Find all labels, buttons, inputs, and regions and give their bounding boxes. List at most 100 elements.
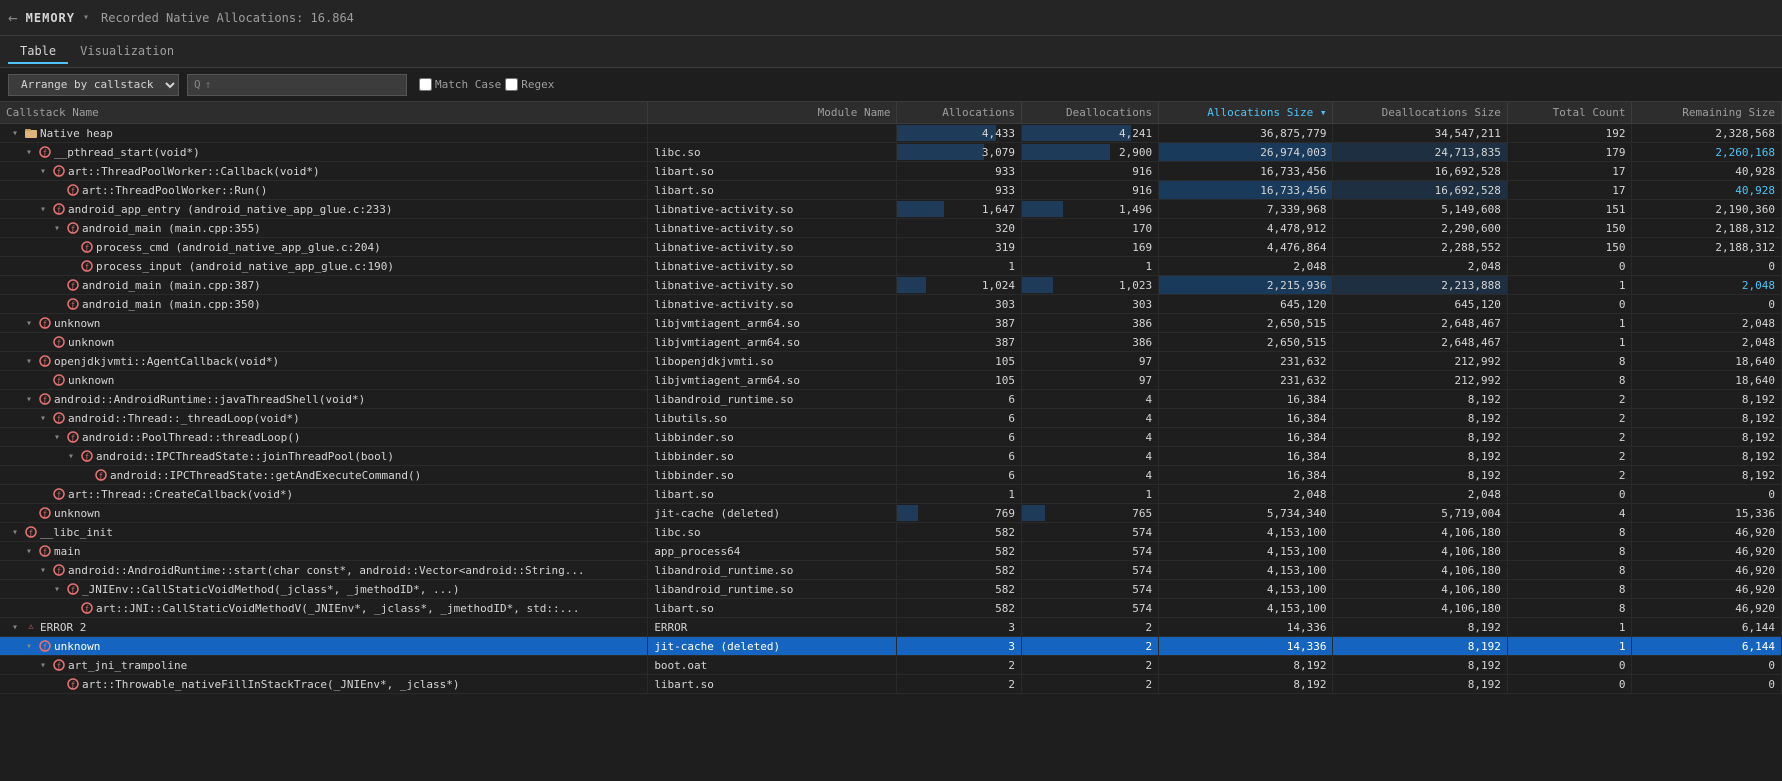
table-row[interactable]: ▾ƒunknownlibjvmtiagent_arm64.so3873862,6… — [0, 314, 1782, 333]
deallocations-size-value: 8,192 — [1333, 637, 1507, 656]
table-row[interactable]: ƒart::Thread::CreateCallback(void*)libar… — [0, 485, 1782, 504]
tab-table[interactable]: Table — [8, 40, 68, 64]
allocations-size-value: 231,632 — [1159, 371, 1333, 390]
deallocations-size-value: 24,713,835 — [1333, 143, 1507, 162]
allocations-size-value: 4,478,912 — [1159, 219, 1333, 238]
allocations-value: 1,647 — [897, 200, 1022, 219]
table-row[interactable]: ƒprocess_cmd (android_native_app_glue.c:… — [0, 238, 1782, 257]
svg-text:ƒ: ƒ — [71, 282, 75, 290]
callstack-name: android::IPCThreadState::joinThreadPool(… — [96, 450, 394, 463]
back-button[interactable]: ← — [8, 8, 18, 27]
svg-text:ƒ: ƒ — [85, 453, 89, 461]
table-row[interactable]: ƒprocess_input (android_native_app_glue.… — [0, 257, 1782, 276]
total-count-value: 1 — [1507, 314, 1632, 333]
table-row[interactable]: ▾ƒart::ThreadPoolWorker::Callback(void*)… — [0, 162, 1782, 181]
table-row[interactable]: ▾ƒopenjdkjvmti::AgentCallback(void*)libo… — [0, 352, 1782, 371]
deallocations-size-value: 2,048 — [1333, 485, 1507, 504]
table-row[interactable]: ƒart::Throwable_nativeFillInStackTrace(_… — [0, 675, 1782, 694]
total-count-value: 2 — [1507, 409, 1632, 428]
table-row[interactable]: ƒunknownlibjvmtiagent_arm64.so10597231,6… — [0, 371, 1782, 390]
module-name: libnative-activity.so — [648, 276, 897, 295]
func-icon: ƒ — [38, 544, 52, 558]
deallocations-size-value: 8,192 — [1333, 656, 1507, 675]
table-row[interactable]: ƒandroid_main (main.cpp:350)libnative-ac… — [0, 295, 1782, 314]
remaining-size-value: 40,928 — [1632, 181, 1782, 200]
table-row[interactable]: ▾ƒandroid::PoolThread::threadLoop()libbi… — [0, 428, 1782, 447]
func-icon: ƒ — [94, 468, 108, 482]
total-count-value: 8 — [1507, 352, 1632, 371]
module-name: libnative-activity.so — [648, 219, 897, 238]
table-row[interactable]: ƒ android_main (main.cpp:387) libnative-ac… — [0, 276, 1782, 295]
dropdown-arrow-icon[interactable]: ▾ — [83, 12, 89, 23]
allocations-value: 1 — [897, 485, 1022, 504]
match-case-checkbox[interactable] — [419, 78, 432, 91]
table-row[interactable]: ▾ƒandroid_app_entry (android_native_app_… — [0, 200, 1782, 219]
table-row[interactable]: ▾ƒandroid::Thread::_threadLoop(void*)lib… — [0, 409, 1782, 428]
col-header-alloc[interactable]: Allocations — [897, 102, 1022, 124]
table-row[interactable]: ▾ƒmainapp_process645825744,153,1004,106,… — [0, 542, 1782, 561]
callstack-name: android::AndroidRuntime::start(char cons… — [68, 564, 585, 577]
table-row[interactable]: ▾ƒandroid::IPCThreadState::joinThreadPoo… — [0, 447, 1782, 466]
match-case-label: Match Case — [435, 78, 501, 91]
callstack-name: art::ThreadPoolWorker::Callback(void*) — [68, 165, 320, 178]
table-row[interactable]: ƒunknownlibjvmtiagent_arm64.so3873862,65… — [0, 333, 1782, 352]
table-row[interactable]: ▾ƒandroid_main (main.cpp:355)libnative-a… — [0, 219, 1782, 238]
total-count-value: 1 — [1507, 618, 1632, 637]
remaining-size-value: 8,192 — [1632, 390, 1782, 409]
total-count-value: 0 — [1507, 295, 1632, 314]
col-header-dealloc[interactable]: Deallocations — [1022, 102, 1159, 124]
arrange-dropdown[interactable]: Arrange by callstack — [8, 74, 179, 96]
deallocations-size-value: 2,048 — [1333, 257, 1507, 276]
search-input[interactable] — [205, 78, 385, 91]
table-row[interactable]: ▾ƒ__pthread_start(void*)libc.so3,0792,90… — [0, 143, 1782, 162]
callstack-name: unknown — [68, 336, 114, 349]
allocations-size-value: 4,476,864 — [1159, 238, 1333, 257]
table-row[interactable]: ▾⚠ERROR 2ERROR3214,3368,19216,144 — [0, 618, 1782, 637]
table-row[interactable]: ƒart::ThreadPoolWorker::Run()libart.so93… — [0, 181, 1782, 200]
svg-text:ƒ: ƒ — [57, 168, 61, 176]
col-header-name[interactable]: Callstack Name — [0, 102, 648, 124]
col-header-alloc-size[interactable]: Allocations Size ▾ — [1159, 102, 1333, 124]
table-row[interactable]: ▾ƒ_JNIEnv::CallStaticVoidMethod(_jclass*… — [0, 580, 1782, 599]
table-row[interactable]: ▾ƒart_jni_trampolineboot.oat228,1928,192… — [0, 656, 1782, 675]
allocations-value: 2 — [897, 675, 1022, 694]
svg-text:ƒ: ƒ — [71, 434, 75, 442]
deallocations-value: 916 — [1022, 162, 1159, 181]
allocations-value: 3 — [897, 618, 1022, 637]
func-icon: ƒ — [66, 677, 80, 691]
module-name: libjvmtiagent_arm64.so — [648, 371, 897, 390]
func-icon: ƒ — [52, 335, 66, 349]
module-name: jit-cache (deleted) — [648, 637, 897, 656]
tab-visualization[interactable]: Visualization — [68, 40, 186, 64]
callstack-name: android_main (main.cpp:350) — [82, 298, 261, 311]
allocations-size-value: 2,048 — [1159, 485, 1333, 504]
table-row[interactable]: ƒart::JNI::CallStaticVoidMethodV(_JNIEnv… — [0, 599, 1782, 618]
table-row[interactable]: ▾ƒ__libc_initlibc.so5825744,153,1004,106… — [0, 523, 1782, 542]
deallocations-size-value: 16,692,528 — [1333, 162, 1507, 181]
allocations-size-value: 16,384 — [1159, 390, 1333, 409]
total-count-value: 2 — [1507, 466, 1632, 485]
allocations-value: 1,024 — [897, 276, 1022, 295]
func-icon: ƒ — [66, 221, 80, 235]
col-header-total[interactable]: Total Count — [1507, 102, 1632, 124]
callstack-name: android_main (main.cpp:387) — [82, 279, 261, 292]
regex-checkbox[interactable] — [505, 78, 518, 91]
table-container[interactable]: Callstack Name Module Name Allocations D… — [0, 102, 1782, 781]
col-header-dealloc-size[interactable]: Deallocations Size — [1333, 102, 1507, 124]
col-header-module[interactable]: Module Name — [648, 102, 897, 124]
search-icon: Q — [194, 78, 201, 91]
table-row[interactable]: ▾ƒandroid::AndroidRuntime::javaThreadShe… — [0, 390, 1782, 409]
deallocations-value: 2 — [1022, 618, 1159, 637]
table-row[interactable]: ▾ƒunknownjit-cache (deleted)3214,3368,19… — [0, 637, 1782, 656]
deallocations-value: 2 — [1022, 637, 1159, 656]
table-row[interactable]: ƒunknownjit-cache (deleted)7697655,734,3… — [0, 504, 1782, 523]
table-row[interactable]: ▾ƒandroid::AndroidRuntime::start(char co… — [0, 561, 1782, 580]
allocations-value: 582 — [897, 580, 1022, 599]
deallocations-value: 574 — [1022, 599, 1159, 618]
col-header-remaining[interactable]: Remaining Size — [1632, 102, 1782, 124]
table-row[interactable]: ▾Native heap4,4334,24136,875,77934,547,2… — [0, 124, 1782, 143]
module-name: libc.so — [648, 143, 897, 162]
allocations-size-value: 16,384 — [1159, 466, 1333, 485]
total-count-value: 4 — [1507, 504, 1632, 523]
table-row[interactable]: ƒandroid::IPCThreadState::getAndExecuteC… — [0, 466, 1782, 485]
